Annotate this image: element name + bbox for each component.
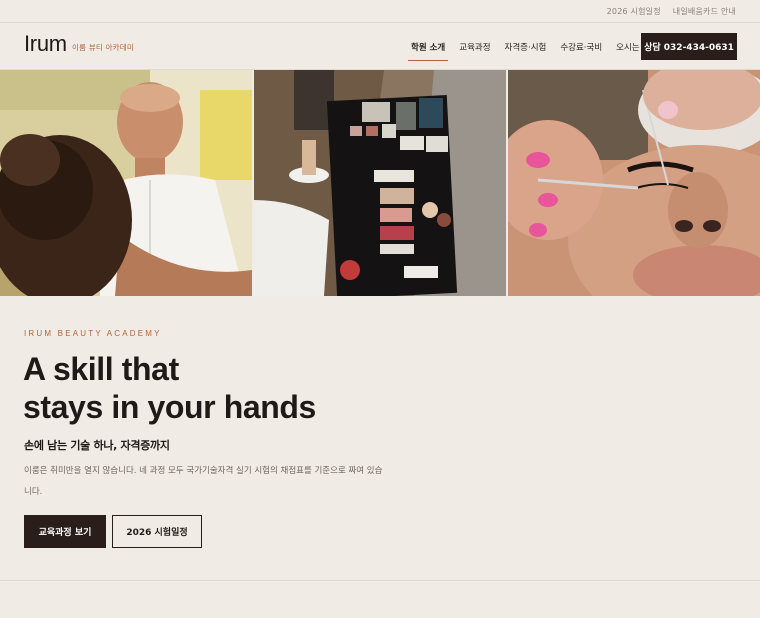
hero-description: 이룸은 취미반을 열지 않습니다. 네 과정 모두 국가기술자격 실기 시험의 …	[24, 466, 383, 497]
consult-phone-button[interactable]: 상담 032-434-0631	[641, 33, 737, 60]
view-courses-button[interactable]: 교육과정 보기	[24, 515, 106, 548]
site-header: Irum 이룸 뷰티 아카데미 학원 소개 교육과정 자격증·시험 수강료·국비…	[0, 23, 760, 70]
exam-schedule-button[interactable]: 2026 시험일정	[112, 515, 202, 548]
section-divider	[0, 580, 760, 581]
logo[interactable]: Irum	[24, 31, 67, 57]
photo-hairdresser	[0, 70, 252, 296]
nav-item-about[interactable]: 학원 소개	[404, 23, 452, 70]
headline-line-1: A skill that	[23, 351, 179, 387]
hero-headline: A skill that stays in your hands	[23, 350, 503, 426]
util-link-exam-schedule[interactable]: 2026 시험일정	[607, 6, 661, 17]
hero-photo-strip	[0, 70, 760, 296]
utility-bar: 2026 시험일정 내일배움카드 안내	[0, 0, 760, 23]
eyebrow-label: IRUM BEAUTY ACADEMY	[24, 329, 162, 338]
main-nav: 학원 소개 교육과정 자격증·시험 수강료·국비 오시는 길	[404, 23, 657, 70]
nav-item-courses[interactable]: 교육과정	[452, 23, 497, 70]
util-link-tomorrow-card[interactable]: 내일배움카드 안내	[673, 6, 736, 17]
photo-makeup-kit	[254, 70, 506, 296]
logo-subtitle: 이룸 뷰티 아카데미	[72, 43, 134, 52]
nav-item-certificates[interactable]: 자격증·시험	[498, 23, 554, 70]
nav-item-tuition[interactable]: 수강료·국비	[553, 23, 609, 70]
hero-subhead: 손에 남는 기술 하나, 자격증까지	[24, 439, 170, 452]
headline-line-2: stays in your hands	[23, 389, 316, 425]
photo-eyelash	[508, 70, 760, 296]
